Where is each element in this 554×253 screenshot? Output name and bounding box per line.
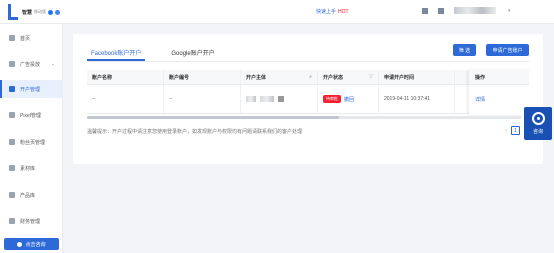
image-icon [9,165,15,171]
scrollbar-thumb[interactable] [87,116,339,119]
notification-icon[interactable] [438,8,444,14]
tabs-divider [87,61,529,62]
redacted-text [246,96,256,102]
page-number[interactable]: 1 [511,126,520,135]
horizontal-scrollbar[interactable] [87,116,521,119]
column-header: 申请开户时间 [379,70,455,84]
sidebar-item-materials[interactable]: 素材库 [0,159,63,177]
account-icon [9,86,15,92]
filter-button[interactable]: 筛 选 [453,44,476,56]
sidebar-item-finance[interactable]: 财务管理 [0,212,63,230]
floating-help-label: 咨询 [532,129,543,135]
product-icon [9,192,15,198]
logo-mark-icon [8,4,19,20]
brand-sub: 移动版 [34,9,47,14]
logo[interactable]: 智慧 移动版 [8,4,61,20]
column-header: 账户名称 [87,70,164,84]
user-info[interactable] [454,7,496,14]
sidebar-item-products[interactable]: 产品库 [0,186,63,204]
quick-start-label: 快速上手 [316,9,337,15]
fixed-action-column: 操作 详情 [469,70,529,115]
heart-icon [9,139,15,145]
main-panel: Facebook账户开户 Google账户开户 筛 选 申请广告账户 账户名称 … [73,34,543,164]
sidebar-item-label: Pixel管理 [20,112,41,119]
column-header-entity: 开户主体 ⌕ [241,70,318,84]
sidebar-item-account-opening[interactable]: 开户管理 [0,80,63,98]
sidebar-item-label: 首页 [20,35,31,42]
column-header-action: 操作 [469,70,529,85]
details-link[interactable]: 详情 [475,96,485,103]
tab-facebook[interactable]: Facebook账户开户 [87,42,146,61]
cell-account-name: -- [87,85,164,113]
filter-icon[interactable]: ▽ [369,74,373,80]
account-tabs: Facebook账户开户 Google账户开户 [87,42,241,61]
prev-page-icon[interactable]: ‹ [505,128,507,134]
chevron-down-icon[interactable]: ▾ [508,8,511,14]
consult-button[interactable]: 点击咨询 [4,238,59,250]
column-header: 账户编号 [164,70,241,84]
top-bar: 智慧 移动版 快速上手 HOT ▾ [0,0,554,24]
brand-name: 智慧 [22,9,33,16]
redacted-text [278,96,284,102]
consult-label: 点击咨询 [25,241,46,248]
column-header-label: 开户状态 [323,74,344,81]
home-icon [9,35,15,41]
sidebar-item-home[interactable]: 首页 [0,29,63,47]
status-badge: 待审批 [323,95,341,103]
finance-icon [9,218,15,224]
apply-ad-account-button[interactable]: 申请广告账户 [486,44,529,56]
sidebar-item-label: 开户管理 [20,86,41,93]
quick-start-link[interactable]: 快速上手 HOT [316,8,349,15]
accounts-table: 账户名称 账户编号 开户主体 ⌕ 开户状态 ▽ 申请开户时间 -- -- 待审批 [87,70,529,115]
withdraw-link[interactable]: 撤回 [344,96,354,103]
column-header-label: 开户主体 [246,74,267,81]
search-icon[interactable]: ⌕ [309,74,312,80]
sidebar-item-label: 粉丝页管理 [20,139,46,146]
sidebar: 首页 广告投放 ⌄ 开户管理 Pixel管理 粉丝页管理 素材库 产品库 财务管… [0,24,63,253]
sidebar-item-fanpage[interactable]: 粉丝页管理 [0,133,63,151]
sidebar-item-label: 产品库 [20,192,36,199]
floating-help-button[interactable]: 咨询 [524,107,552,140]
target-icon [9,61,15,67]
pixel-icon [9,112,15,118]
column-header-status: 开户状态 ▽ [318,70,379,84]
sidebar-item-label: 广告投放 [20,61,41,68]
sidebar-item-pixel[interactable]: Pixel管理 [0,106,63,124]
hot-badge: HOT [338,9,349,15]
chevron-down-icon: ⌄ [50,61,55,67]
cell-account-id: -- [164,85,241,113]
redacted-text [260,96,274,102]
table-row: -- -- 待审批 撤回 2019-04-11 10:37:41 [87,85,529,114]
facebook-icon [48,9,54,15]
message-icon[interactable] [422,8,428,14]
cell-status: 待审批 撤回 [318,85,379,113]
tip-text: 温馨提示：开户过程中请注意您使用登录账户，如发现账户与权限均有问题请联系我们的客… [87,129,303,135]
google-icon [55,9,61,15]
cell-entity [241,85,318,113]
tab-google[interactable]: Google账户开户 [167,42,218,60]
table-header: 账户名称 账户编号 开户主体 ⌕ 开户状态 ▽ 申请开户时间 [87,70,529,85]
sidebar-item-label: 财务管理 [20,218,41,225]
pagination: ‹ 1 [505,126,520,135]
sidebar-item-ad-delivery[interactable]: 广告投放 ⌄ [0,55,63,73]
chat-icon [17,241,23,247]
cell-apply-time: 2019-04-11 10:37:41 [379,85,455,113]
sidebar-item-label: 素材库 [20,165,36,172]
headset-icon [531,112,545,125]
